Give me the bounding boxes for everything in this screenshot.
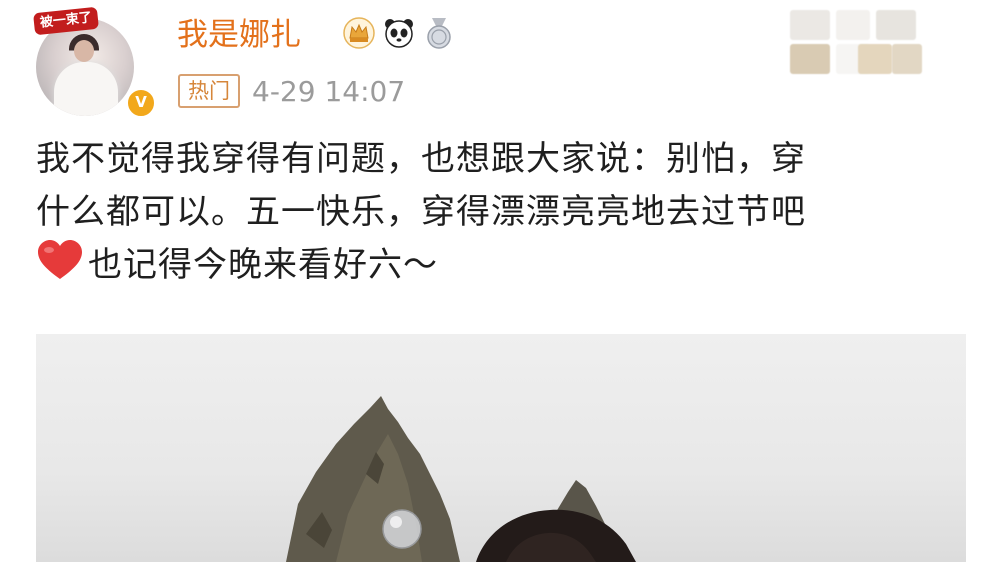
panda-badge-icon[interactable] <box>382 16 416 50</box>
crown-badge-icon[interactable] <box>342 16 376 50</box>
hot-tag[interactable]: 热门 <box>178 74 240 108</box>
photo-rock-landscape <box>286 396 636 562</box>
avatar-head <box>74 40 94 62</box>
author-avatar-area[interactable]: 被一束了 V <box>33 6 156 118</box>
author-badges <box>342 16 456 50</box>
post-line: 我不觉得我穿得有问题，也想跟大家说：别怕，穿 <box>36 139 806 179</box>
author-name[interactable]: 我是娜扎 <box>177 15 301 55</box>
post-timestamp: 4-29 14:07 <box>252 74 406 108</box>
verified-icon: V <box>126 88 156 118</box>
post-line: 什么都可以。五一快乐，穿得漂漂亮亮地去过节吧 <box>36 192 806 232</box>
medal-badge-icon[interactable] <box>422 16 456 50</box>
pixelated-region <box>790 10 930 80</box>
post-body: 我不觉得我穿得有问题，也想跟大家说：别怕，穿 什么都可以。五一快乐，穿得漂漂亮亮… <box>36 133 966 292</box>
post-line-with-emoji: 也记得今晚来看好六～ <box>36 239 966 292</box>
post-line-text: 也记得今晚来看好六～ <box>88 245 438 285</box>
heart-emoji-icon <box>38 240 82 279</box>
post-meta: 热门 4-29 14:07 <box>178 74 405 108</box>
avatar-figure <box>54 62 118 116</box>
post-image[interactable] <box>36 334 966 562</box>
